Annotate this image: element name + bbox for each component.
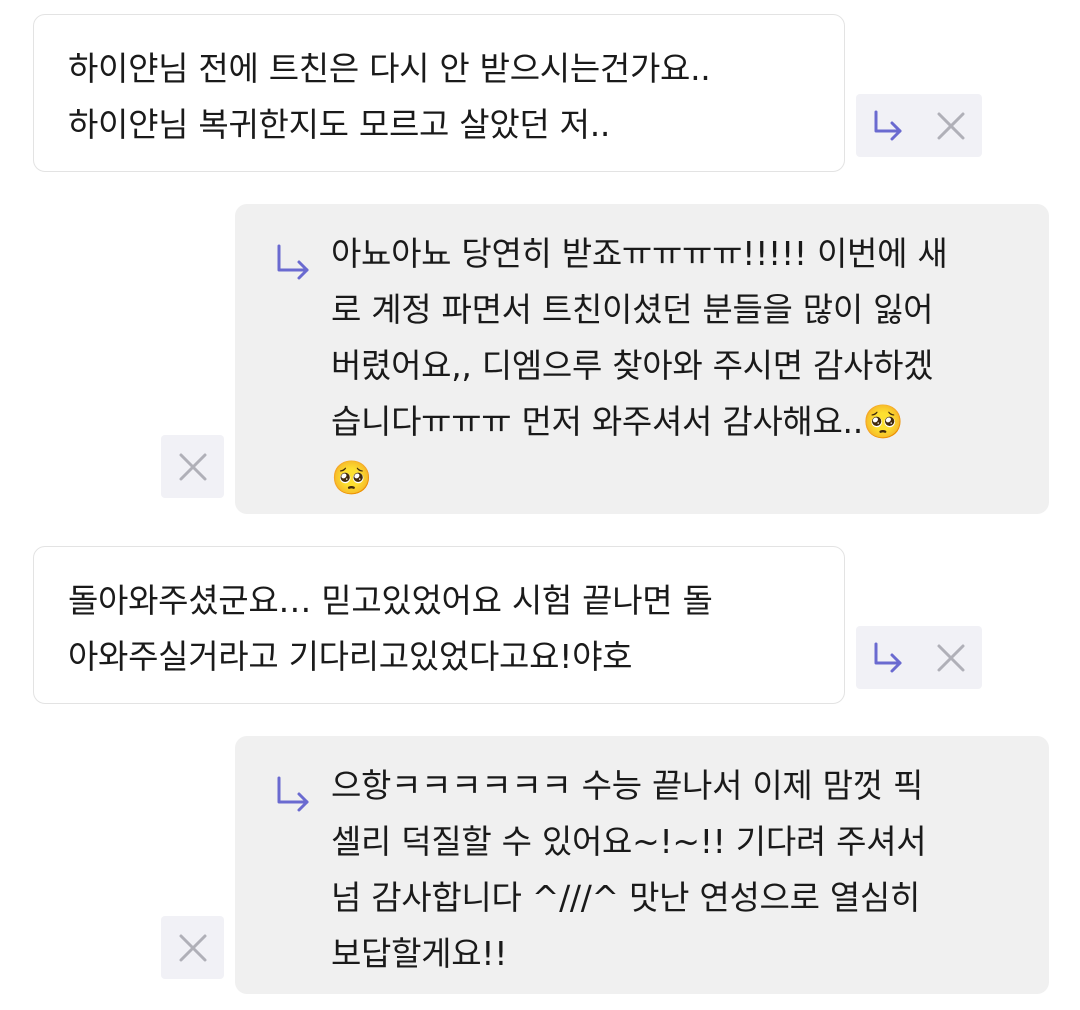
close-icon [937, 112, 964, 139]
message-actions-2 [161, 435, 224, 498]
reply-icon [874, 110, 901, 140]
close-icon [179, 453, 206, 480]
close-icon [937, 644, 964, 671]
dismiss-button[interactable] [161, 916, 224, 979]
dismiss-button[interactable] [919, 94, 982, 157]
message-outgoing-2: 아뇨아뇨 당연히 받죠ㅠㅠㅠㅠ!!!!! 이번에 새 로 계정 파면서 트친이셨… [235, 204, 1049, 514]
dismiss-button[interactable] [919, 626, 982, 689]
message-incoming-3: 돌아와주셨군요… 믿고있었어요 시험 끝나면 돌 아와주실거라고 기다리고있었다… [33, 546, 845, 704]
reply-button[interactable] [856, 94, 919, 157]
dismiss-button[interactable] [161, 435, 224, 498]
message-text: 으항ㅋㅋㅋㅋㅋㅋ 수능 끝나서 이제 맘껏 픽 셀리 덕질할 수 있어요~!~!… [331, 766, 927, 973]
message-actions-3 [856, 626, 982, 689]
message-text: 돌아와주셨군요… 믿고있었어요 시험 끝나면 돌 아와주실거라고 기다리고있었다… [68, 581, 713, 676]
message-text: 하이얀님 전에 트친은 다시 안 받으시는건가요.. 하이얀님 복귀한지도 모르… [68, 49, 711, 144]
message-outgoing-4: 으항ㅋㅋㅋㅋㅋㅋ 수능 끝나서 이제 맘껏 픽 셀리 덕질할 수 있어요~!~!… [235, 736, 1049, 994]
reply-icon [874, 642, 901, 672]
message-incoming-1: 하이얀님 전에 트친은 다시 안 받으시는건가요.. 하이얀님 복귀한지도 모르… [33, 14, 845, 172]
close-icon [179, 934, 206, 961]
message-actions-4 [161, 916, 224, 979]
reply-arrow-icon [277, 776, 309, 812]
message-text: 아뇨아뇨 당연히 받죠ㅠㅠㅠㅠ!!!!! 이번에 새 로 계정 파면서 트친이셨… [331, 234, 948, 497]
reply-arrow-icon [277, 244, 309, 280]
message-actions-1 [856, 94, 982, 157]
reply-button[interactable] [856, 626, 919, 689]
